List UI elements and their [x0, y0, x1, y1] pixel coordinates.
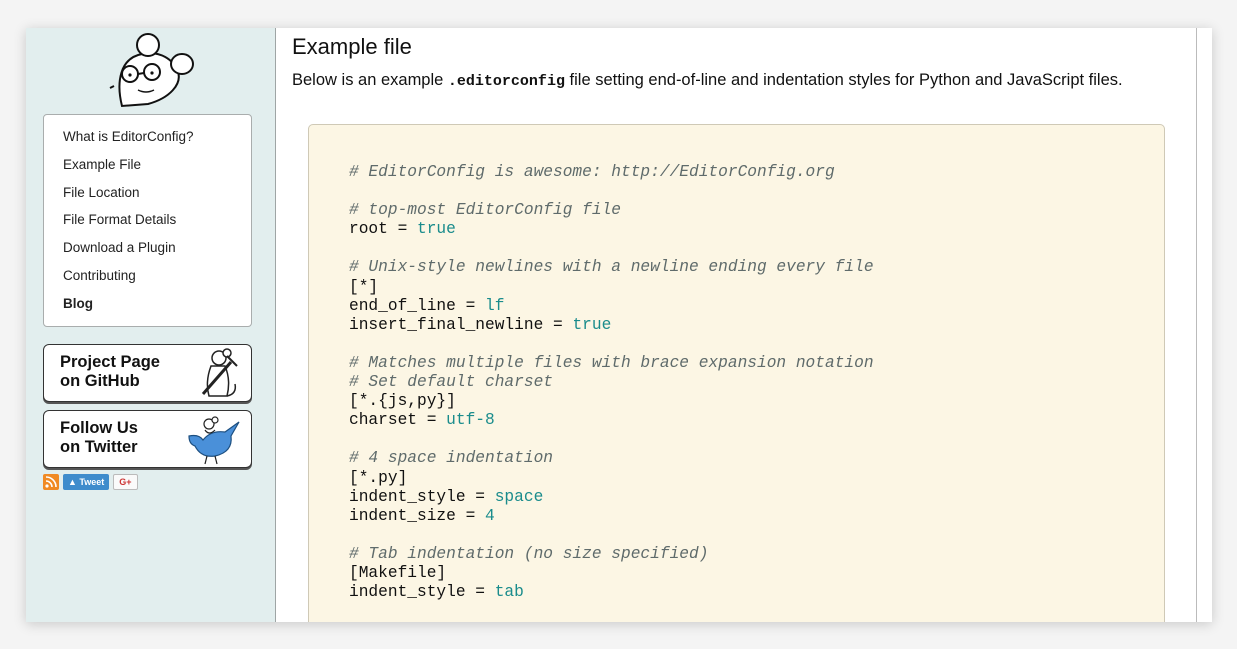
code-property-value: tab: [494, 583, 524, 602]
main-content: Example file Below is an example .editor…: [292, 28, 1196, 622]
code-property-key: root =: [349, 220, 417, 239]
code-property-value: 4: [485, 506, 495, 525]
page-title: Example file: [292, 34, 412, 59]
code-comment-line: # Tab indentation (no size specified): [349, 544, 709, 563]
code-block: # EditorConfig is awesome: http://Editor…: [308, 124, 1165, 622]
sidebar-nav: What is EditorConfig? Example File File …: [43, 114, 252, 327]
social-buttons: ▲ Tweet G+: [43, 474, 138, 490]
github-mouse-icon: [201, 348, 238, 397]
nav-item-what-is-editorconfig[interactable]: What is EditorConfig?: [63, 123, 251, 151]
content-right-border: [1196, 28, 1197, 622]
code-property-key: indent_style =: [349, 583, 495, 602]
code-property-value: true: [417, 220, 456, 239]
google-plus-button[interactable]: G+: [113, 474, 138, 490]
code-section-line: [*]: [349, 277, 379, 296]
code-property-line: indent_size = 4: [349, 507, 1164, 526]
code-comment-line: # EditorConfig is awesome: http://Editor…: [349, 163, 835, 181]
intro-filename-code: .editorconfig: [447, 73, 565, 90]
code-property-line: root = true: [349, 220, 1164, 239]
tweet-label: Tweet: [79, 477, 105, 487]
nav-item-example-file[interactable]: Example File: [63, 151, 251, 179]
code-property-key: indent_size =: [349, 506, 485, 525]
code-section-line: [*.py]: [349, 468, 408, 487]
nav-item-file-format-details[interactable]: File Format Details: [63, 206, 251, 234]
github-project-button[interactable]: Project Page on GitHub: [43, 344, 252, 402]
code-comment-line: # 4 space indentation: [349, 449, 553, 468]
intro-text-after: file setting end-of-line and indentation…: [564, 71, 1123, 89]
twitter-icon: ▲: [68, 477, 80, 487]
tweet-button[interactable]: ▲ Tweet: [63, 474, 110, 490]
twitter-bird-icon: [188, 416, 240, 465]
code-property-key: end_of_line =: [349, 296, 485, 315]
code-property-key: insert_final_newline =: [349, 315, 573, 334]
code-property-line: end_of_line = lf: [349, 297, 1164, 316]
code-property-value: true: [572, 315, 612, 334]
twitter-follow-button[interactable]: Follow Us on Twitter: [43, 410, 252, 468]
nav-item-download-plugin[interactable]: Download a Plugin: [63, 234, 251, 262]
nav-item-contributing[interactable]: Contributing: [63, 262, 251, 290]
intro-paragraph: Below is an example .editorconfig file s…: [292, 71, 1123, 90]
browser-page: What is EditorConfig? Example File File …: [26, 28, 1212, 622]
code-property-line: insert_final_newline = true: [349, 316, 1164, 335]
code-property-value: utf-8: [446, 411, 495, 430]
code-comment-line: # Set default charset: [349, 373, 553, 392]
code-comment-line: # Matches multiple files with brace expa…: [349, 353, 874, 372]
rss-icon[interactable]: [43, 474, 59, 490]
code-property-key: indent_style =: [349, 487, 495, 506]
code-comment-line: # Unix-style newlines with a newline end…: [349, 258, 874, 277]
code-section-line: [Makefile]: [349, 563, 447, 582]
code-property-line: charset = utf-8: [349, 411, 1164, 430]
code-section-line: [*.{js,py}]: [349, 392, 456, 411]
intro-text-before: Below is an example: [292, 71, 448, 89]
code-property-value: space: [494, 487, 544, 506]
mouse-logo-icon[interactable]: [108, 32, 198, 110]
nav-item-blog[interactable]: Blog: [63, 290, 251, 318]
code-property-line: indent_style = tab: [349, 583, 1164, 602]
code-property-key: charset =: [349, 411, 447, 430]
code-property-value: lf: [485, 296, 505, 315]
code-property-line: indent_style = space: [349, 488, 1164, 507]
code-comment-line: # top-most EditorConfig file: [349, 201, 621, 220]
sidebar: What is EditorConfig? Example File File …: [26, 28, 276, 622]
nav-item-file-location[interactable]: File Location: [63, 179, 251, 207]
